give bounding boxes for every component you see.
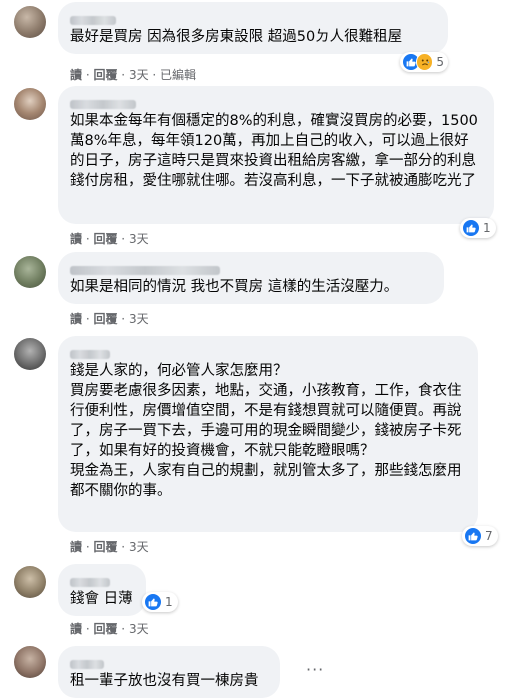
reply-link[interactable]: 回覆 (93, 622, 117, 636)
reaction-summary[interactable]: 1 (142, 592, 178, 612)
timestamp[interactable]: 3天 (129, 68, 149, 82)
comment-actions: 讀 · 回覆 · 3天 (70, 312, 149, 326)
like-link[interactable]: 讀 (70, 540, 82, 554)
avatar[interactable] (14, 566, 46, 598)
author-name[interactable] (70, 94, 482, 109)
comment-bubble: 如果本金每年有個穩定的8%的利息，確實沒買房的必要，1500萬8%年息，每年領1… (58, 86, 494, 224)
like-link[interactable]: 讀 (70, 68, 82, 82)
reply-link[interactable]: 回覆 (93, 312, 117, 326)
reply-link[interactable]: 回覆 (93, 540, 117, 554)
reaction-count: 7 (485, 529, 493, 543)
timestamp[interactable]: 3天 (129, 540, 149, 554)
like-link[interactable]: 讀 (70, 622, 82, 636)
comment-actions: 讀 · 回覆 · 3天 · 已編輯 (70, 68, 197, 82)
comment-bubble: 如果是相同的情況 我也不買房 這樣的生活沒壓力。 (58, 252, 444, 304)
reaction-count: 5 (436, 55, 444, 69)
like-link[interactable]: 讀 (70, 312, 82, 326)
more-options-icon[interactable]: ··· (306, 660, 324, 679)
reaction-summary[interactable]: 5 (400, 52, 448, 72)
comment-bubble: 錢是人家的，何必管人家怎麼用？ 買房要老慮很多因素，地點，交通，小孩教育，工作，… (58, 336, 478, 532)
avatar[interactable] (14, 338, 46, 370)
comment-text: 錢是人家的，何必管人家怎麼用？ 買房要老慮很多因素，地點，交通，小孩教育，工作，… (70, 363, 462, 499)
comment-bubble: 最好是買房 因為很多房東設限 超過50ㄉ人很難租屋 (58, 2, 448, 54)
reaction-count: 1 (165, 595, 173, 609)
comment-text: 錢會 日薄 (70, 591, 133, 607)
reaction-summary[interactable]: 7 (462, 526, 498, 546)
comment-text: 最好是買房 因為很多房東設限 超過50ㄉ人很難租屋 (70, 29, 403, 45)
reply-link[interactable]: 回覆 (93, 232, 117, 246)
like-reaction-icon (464, 527, 482, 545)
author-name[interactable] (70, 654, 268, 669)
reply-link[interactable]: 回覆 (93, 68, 117, 82)
comment-text: 如果是相同的情況 我也不買房 這樣的生活沒壓力。 (70, 279, 399, 295)
author-name[interactable] (70, 260, 432, 275)
timestamp[interactable]: 3天 (129, 232, 149, 246)
avatar[interactable] (14, 88, 46, 120)
like-link[interactable]: 讀 (70, 232, 82, 246)
avatar[interactable] (14, 646, 46, 678)
comment-text: 如果本金每年有個穩定的8%的利息，確實沒買房的必要，1500萬8%年息，每年領1… (70, 113, 478, 189)
avatar[interactable] (14, 256, 46, 288)
timestamp[interactable]: 3天 (129, 312, 149, 326)
avatar[interactable] (14, 6, 46, 38)
comment-actions: 讀 · 回覆 · 3天 (70, 540, 149, 554)
sad-reaction-icon (415, 53, 434, 71)
comment-actions: 讀 · 回覆 · 3天 (70, 232, 149, 246)
comment-bubble: 租一輩子放也沒有買一棟房貴 (58, 646, 280, 698)
author-name[interactable] (70, 344, 466, 359)
author-name[interactable] (70, 572, 134, 587)
reaction-summary[interactable]: 1 (460, 218, 496, 238)
comment-bubble: 錢會 日薄 (58, 564, 146, 616)
reaction-count: 1 (483, 221, 491, 235)
edited-label: 已編輯 (160, 68, 197, 82)
comment-actions: 讀 · 回覆 · 3天 (70, 622, 149, 636)
comment-text: 租一輩子放也沒有買一棟房貴 (70, 673, 259, 689)
author-name[interactable] (70, 10, 436, 25)
like-reaction-icon (462, 219, 480, 237)
like-reaction-icon (144, 593, 162, 611)
timestamp[interactable]: 3天 (129, 622, 149, 636)
